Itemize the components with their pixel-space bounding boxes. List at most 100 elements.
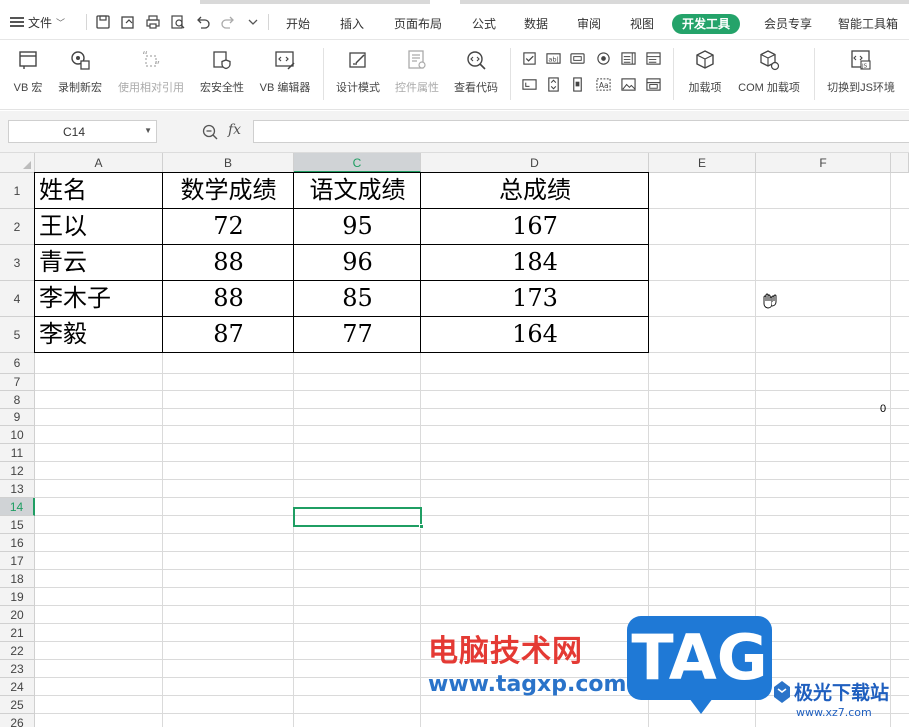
column-header-f[interactable]: F xyxy=(756,153,891,173)
row-header-11[interactable]: 11 xyxy=(0,444,35,462)
design-mode-button[interactable]: 设计模式 xyxy=(333,48,383,95)
radio-control-button[interactable] xyxy=(595,50,611,66)
tab-page-layout[interactable]: 页面布局 xyxy=(390,14,446,34)
spin-control-button[interactable] xyxy=(545,76,561,92)
row-header-22[interactable]: 22 xyxy=(0,642,35,660)
column-header-d[interactable]: D xyxy=(421,153,649,173)
row-header-25[interactable]: 25 xyxy=(0,696,35,714)
row-header-1[interactable]: 1 xyxy=(0,173,35,209)
row-header-7[interactable]: 7 xyxy=(0,374,35,391)
column-header-e[interactable]: E xyxy=(649,153,756,173)
table-cell[interactable]: 77 xyxy=(294,317,421,353)
row-header-23[interactable]: 23 xyxy=(0,660,35,678)
file-menu-button[interactable]: 文件 ﹀ xyxy=(10,12,65,32)
button-control-button[interactable] xyxy=(569,50,585,66)
formula-input[interactable] xyxy=(253,120,909,143)
view-code-button[interactable]: 查看代码 xyxy=(451,48,501,95)
table-header-cell[interactable]: 姓名 xyxy=(35,173,163,209)
row-header-21[interactable]: 21 xyxy=(0,624,35,642)
table-header-cell[interactable]: 数学成绩 xyxy=(163,173,294,209)
table-cell[interactable]: 184 xyxy=(421,245,649,281)
row-header-20[interactable]: 20 xyxy=(0,606,35,624)
column-header-b[interactable]: B xyxy=(163,153,294,173)
vb-editor-button[interactable]: VB 编辑器 xyxy=(256,48,314,95)
row-header-8[interactable]: 8 xyxy=(0,391,35,409)
table-cell[interactable]: 85 xyxy=(294,281,421,317)
table-cell[interactable]: 95 xyxy=(294,209,421,245)
selected-cell-c14[interactable] xyxy=(293,507,422,527)
text-label-control-button[interactable]: Aa xyxy=(595,76,611,92)
tab-smart-tools[interactable]: 智能工具箱 xyxy=(838,14,909,34)
row-header-9[interactable]: 9 xyxy=(0,409,35,426)
insert-function-button[interactable]: fx xyxy=(228,122,241,138)
table-cell[interactable]: 88 xyxy=(163,245,294,281)
row-header-16[interactable]: 16 xyxy=(0,534,35,552)
table-cell[interactable]: 李毅 xyxy=(35,317,163,353)
customize-quick-access-button[interactable] xyxy=(244,14,262,30)
record-macro-button[interactable]: 录制新宏 xyxy=(55,48,105,95)
table-cell[interactable]: 87 xyxy=(163,317,294,353)
scrollbar-control-button[interactable] xyxy=(569,76,585,92)
row-header-15[interactable]: 15 xyxy=(0,516,35,534)
frame-control-button[interactable] xyxy=(645,76,661,92)
tab-member[interactable]: 会员专享 xyxy=(758,14,818,34)
table-cell[interactable]: 青云 xyxy=(35,245,163,281)
tab-data[interactable]: 数据 xyxy=(518,14,554,34)
table-header-cell[interactable]: 总成绩 xyxy=(421,173,649,209)
row-header-18[interactable]: 18 xyxy=(0,570,35,588)
row-header-6[interactable]: 6 xyxy=(0,353,35,374)
table-cell[interactable]: 88 xyxy=(163,281,294,317)
row-header-14[interactable]: 14 xyxy=(0,498,35,516)
row-header-13[interactable]: 13 xyxy=(0,480,35,498)
listbox-control-button[interactable] xyxy=(620,50,636,66)
switch-js-button[interactable]: JS 切换到JS环境 xyxy=(824,48,898,95)
table-header-cell[interactable]: 语文成绩 xyxy=(294,173,421,209)
print-preview-button[interactable] xyxy=(169,14,187,30)
row-header-2[interactable]: 2 xyxy=(0,209,35,245)
tab-insert[interactable]: 插入 xyxy=(334,14,370,34)
checkbox-control-button[interactable] xyxy=(521,50,537,66)
addins-button[interactable]: 加载项 xyxy=(684,48,726,95)
image-control-button[interactable] xyxy=(620,76,636,92)
control-properties-button[interactable]: 控件属性 xyxy=(392,48,442,95)
table-cell[interactable]: 李木子 xyxy=(35,281,163,317)
name-box[interactable]: C14 ▼ xyxy=(8,120,157,143)
table-cell[interactable]: 164 xyxy=(421,317,649,353)
column-header-g[interactable] xyxy=(891,153,909,173)
row-header-24[interactable]: 24 xyxy=(0,678,35,696)
table-cell[interactable]: 167 xyxy=(421,209,649,245)
column-header-c[interactable]: C xyxy=(294,153,421,173)
row-header-10[interactable]: 10 xyxy=(0,426,35,444)
row-header-4[interactable]: 4 xyxy=(0,281,35,317)
tab-formulas[interactable]: 公式 xyxy=(466,14,502,34)
zoom-out-icon[interactable] xyxy=(201,123,219,141)
tab-home[interactable]: 开始 xyxy=(280,14,316,34)
select-all-button[interactable] xyxy=(0,153,35,173)
relative-reference-button[interactable]: “” 使用相对引用 xyxy=(114,48,188,95)
table-cell[interactable]: 王以 xyxy=(35,209,163,245)
print-button[interactable] xyxy=(144,14,162,30)
row-header-26[interactable]: 26 xyxy=(0,714,35,727)
tab-developer[interactable]: 开发工具 xyxy=(672,14,741,34)
row-header-12[interactable]: 12 xyxy=(0,462,35,480)
tab-view[interactable]: 视图 xyxy=(624,14,660,34)
com-addins-button[interactable]: COM 加载项 xyxy=(733,48,805,95)
table-cell[interactable]: 96 xyxy=(294,245,421,281)
label-control-button[interactable] xyxy=(521,76,537,92)
table-cell[interactable]: 72 xyxy=(163,209,294,245)
row-header-19[interactable]: 19 xyxy=(0,588,35,606)
column-header-a[interactable]: A xyxy=(35,153,163,173)
row-header-17[interactable]: 17 xyxy=(0,552,35,570)
export-pdf-button[interactable] xyxy=(119,14,137,30)
redo-button[interactable] xyxy=(219,14,237,30)
combobox-control-button[interactable] xyxy=(645,50,661,66)
row-header-3[interactable]: 3 xyxy=(0,245,35,281)
textbox-control-button[interactable]: ab| xyxy=(545,50,561,66)
row-header-5[interactable]: 5 xyxy=(0,317,35,353)
tab-review[interactable]: 审阅 xyxy=(571,14,607,34)
macro-security-button[interactable]: 宏安全性 xyxy=(196,48,248,95)
vb-macro-button[interactable]: VB 宏 xyxy=(10,48,46,95)
save-button[interactable] xyxy=(94,14,112,30)
fill-handle[interactable] xyxy=(419,524,424,529)
undo-button[interactable] xyxy=(194,14,212,30)
